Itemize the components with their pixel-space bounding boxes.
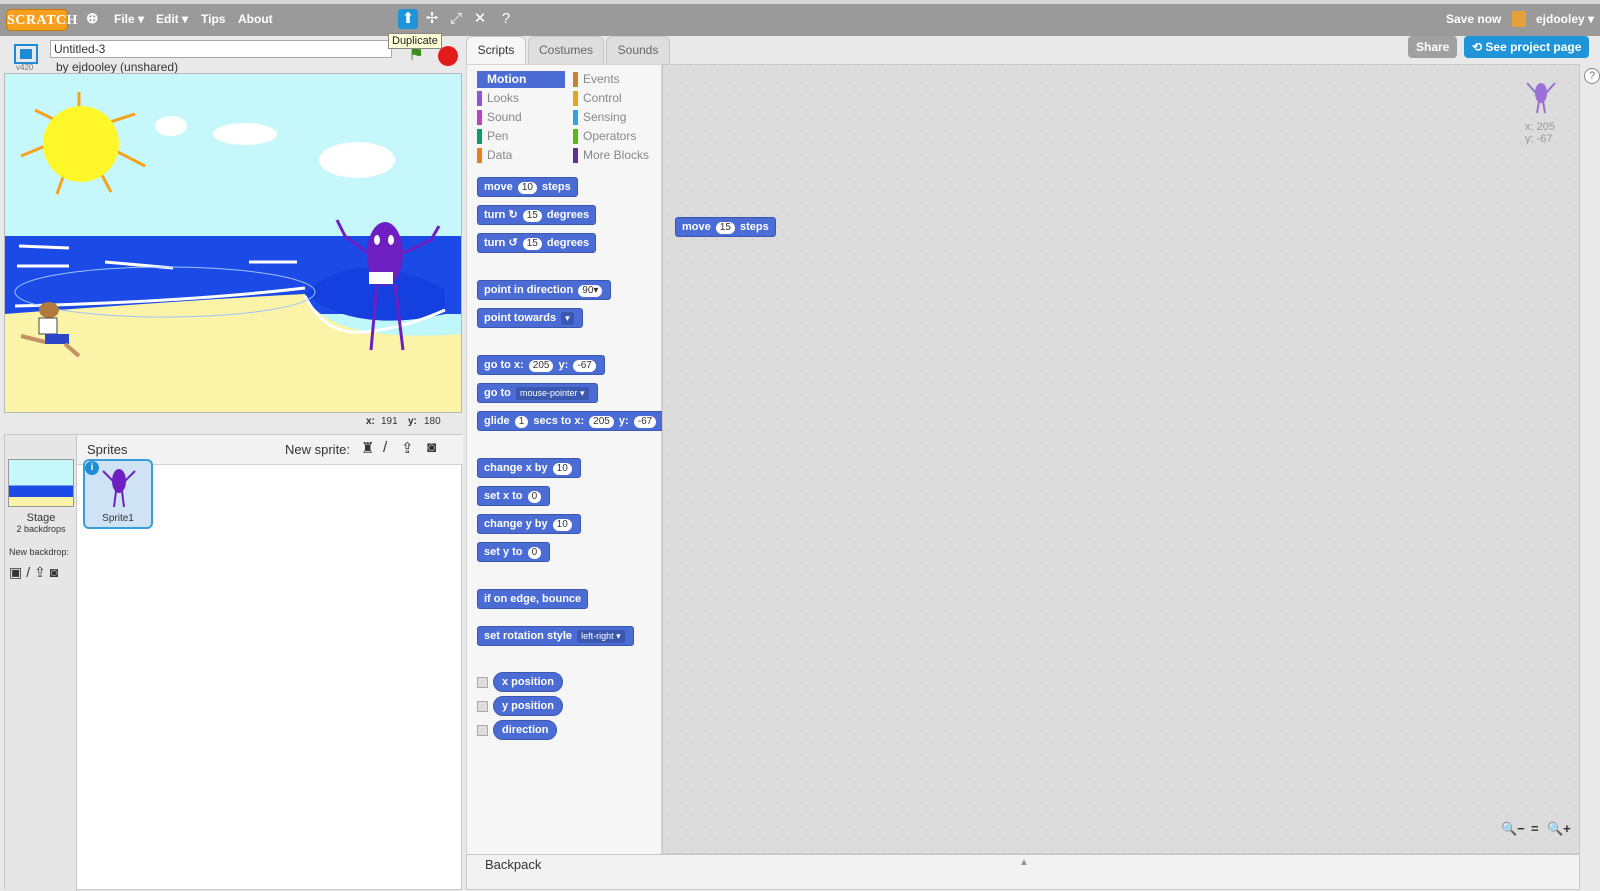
see-project-page-label: See project page [1485, 40, 1582, 54]
category-looks[interactable]: Looks [477, 90, 565, 107]
block-palette: Motion Looks Sound Pen Data Events Contr… [466, 64, 666, 886]
menu-file[interactable]: File ▾ [114, 10, 144, 28]
camera-icon[interactable]: ◙ [50, 564, 62, 580]
reporter-direction[interactable]: direction [493, 720, 558, 740]
beach-backdrop [5, 74, 461, 412]
monster-thumbnail [102, 469, 136, 508]
category-motion[interactable]: Motion [477, 71, 565, 88]
backpack-label: Backpack [485, 857, 542, 872]
share-button[interactable]: Share [1408, 36, 1458, 58]
duplicate-tooltip: Duplicate [388, 33, 442, 49]
block-change-x[interactable]: change x by 10 [477, 458, 581, 478]
script-block-move-steps[interactable]: move 15 steps [675, 217, 776, 237]
stage-coordinates: x: 191 y: 180 [4, 414, 462, 430]
paint-image-icon[interactable]: ▣ [9, 564, 26, 580]
x-value: 191 [381, 416, 398, 427]
category-pen[interactable]: Pen [477, 128, 565, 145]
globe-icon[interactable]: ⊕ [86, 10, 99, 28]
project-title-input[interactable]: Untitled-3 [50, 40, 392, 58]
category-data[interactable]: Data [477, 147, 565, 164]
block-change-y[interactable]: change y by 10 [477, 514, 581, 534]
see-project-page-button[interactable]: ⟲ See project page [1464, 36, 1590, 58]
stop-sign-icon[interactable] [438, 46, 458, 66]
duplicate-stamp-icon[interactable]: ⬆ [398, 9, 418, 29]
script-area[interactable]: move 15 steps x: 205 y: -67 🔍− = 🔍+ [662, 64, 1580, 854]
x-label: x: [366, 416, 375, 427]
tab-scripts[interactable]: Scripts [466, 36, 526, 65]
menu-tips[interactable]: Tips [201, 10, 225, 28]
backpack-bar[interactable]: Backpack ▲ [466, 854, 1580, 890]
help-tips-icon[interactable]: ? [1584, 68, 1600, 84]
help-icon[interactable]: ? [496, 9, 516, 29]
new-backdrop-label: New backdrop: [9, 547, 70, 557]
cut-icon[interactable]: ✢ [422, 9, 442, 29]
block-set-x[interactable]: set x to 0 [477, 486, 551, 506]
stage-label: Stage [26, 512, 56, 524]
shrink-icon[interactable]: ✕ [470, 9, 490, 29]
remix-icon: ⟲ [1472, 40, 1486, 54]
sprite-pane: Stage 2 backdrops New backdrop: ▣/⇪◙ Spr… [4, 434, 463, 891]
sprite-x-readout: x: 205 [1525, 121, 1555, 133]
upload-icon[interactable]: ⇪ [34, 564, 50, 580]
reporter-y-position[interactable]: y position [493, 696, 563, 716]
version-label: v420 [16, 63, 34, 72]
zoom-in-icon[interactable]: 🔍+ [1547, 821, 1571, 837]
new-sprite-label: New sprite: [285, 442, 351, 457]
checkbox-direction[interactable] [477, 725, 488, 736]
checkbox-y-position[interactable] [477, 701, 488, 712]
menu-about[interactable]: About [238, 10, 273, 28]
paint-brush-icon[interactable]: / [26, 564, 34, 580]
scratch-logo[interactable]: SCRATCH [6, 9, 77, 31]
presentation-mode-icon[interactable] [14, 44, 38, 64]
top-menu-bar: SCRATCH ⊕ File ▾ Edit ▾ Tips About ⬆ ✢ ⤢… [0, 0, 1600, 36]
block-go-to-xy[interactable]: go to x: 205 y: -67 [477, 355, 605, 375]
block-move-steps[interactable]: move 10 steps [477, 177, 578, 197]
user-menu[interactable]: ejdooley ▾ [1536, 10, 1594, 28]
checkbox-x-position[interactable] [477, 677, 488, 688]
block-if-on-edge-bounce[interactable]: if on edge, bounce [477, 589, 589, 609]
menu-edit[interactable]: Edit ▾ [156, 10, 188, 28]
block-set-rotation-style[interactable]: set rotation style left-right ▾ [477, 626, 634, 646]
current-sprite-icon [1526, 82, 1556, 114]
tab-sounds[interactable]: Sounds [606, 36, 670, 64]
backdrop-count: 2 backdrops [16, 524, 66, 534]
block-go-to[interactable]: go to mouse-pointer ▾ [477, 383, 598, 403]
category-sensing[interactable]: Sensing [573, 109, 661, 126]
upload-sprite-icon[interactable]: ⇪ [401, 439, 414, 457]
category-operators[interactable]: Operators [573, 128, 661, 145]
save-now-link[interactable]: Save now [1446, 10, 1501, 28]
reporter-x-position[interactable]: x position [493, 672, 563, 692]
stage-column: Stage 2 backdrops New backdrop: ▣/⇪◙ [5, 435, 77, 891]
sprite-tile-sprite1[interactable]: i Sprite1 [83, 459, 153, 529]
block-turn-right[interactable]: turn ↻ 15 degrees [477, 205, 597, 225]
block-glide[interactable]: glide 1 secs to x: 205 y: -67 [477, 411, 666, 431]
category-events[interactable]: Events [573, 71, 661, 88]
y-value: 180 [424, 416, 441, 427]
paint-new-sprite-icon[interactable]: / [383, 439, 387, 456]
category-sound[interactable]: Sound [477, 109, 565, 126]
block-set-y[interactable]: set y to 0 [477, 542, 551, 562]
stage-thumbnail[interactable] [8, 459, 74, 507]
choose-sprite-library-icon[interactable]: ♜ [361, 439, 374, 457]
expand-arrow-icon[interactable]: ▲ [1019, 857, 1029, 868]
y-label: y: [408, 416, 417, 427]
block-turn-left[interactable]: turn ↺ 15 degrees [477, 233, 597, 253]
grow-icon[interactable]: ⤢ [446, 9, 466, 29]
sprite-y-readout: y: -67 [1525, 133, 1553, 145]
sprites-title: Sprites [87, 442, 128, 457]
tab-costumes[interactable]: Costumes [528, 36, 604, 64]
camera-sprite-icon[interactable]: ◙ [427, 439, 436, 456]
user-avatar-icon[interactable] [1512, 11, 1526, 27]
category-more-blocks[interactable]: More Blocks [573, 147, 661, 164]
category-control[interactable]: Control [573, 90, 661, 107]
project-byline: by ejdooley (unshared) [56, 60, 179, 74]
zoom-out-icon[interactable]: 🔍− [1501, 821, 1525, 837]
zoom-reset-icon[interactable]: = [1531, 821, 1539, 836]
block-point-in-direction[interactable]: point in direction 90▾ [477, 280, 612, 300]
new-backdrop-icons[interactable]: ▣/⇪◙ [9, 564, 62, 581]
block-point-towards[interactable]: point towards ▾ [477, 308, 583, 328]
info-icon[interactable]: i [85, 461, 99, 475]
stage-canvas[interactable] [4, 73, 462, 413]
sprite-name: Sprite1 [102, 513, 134, 524]
